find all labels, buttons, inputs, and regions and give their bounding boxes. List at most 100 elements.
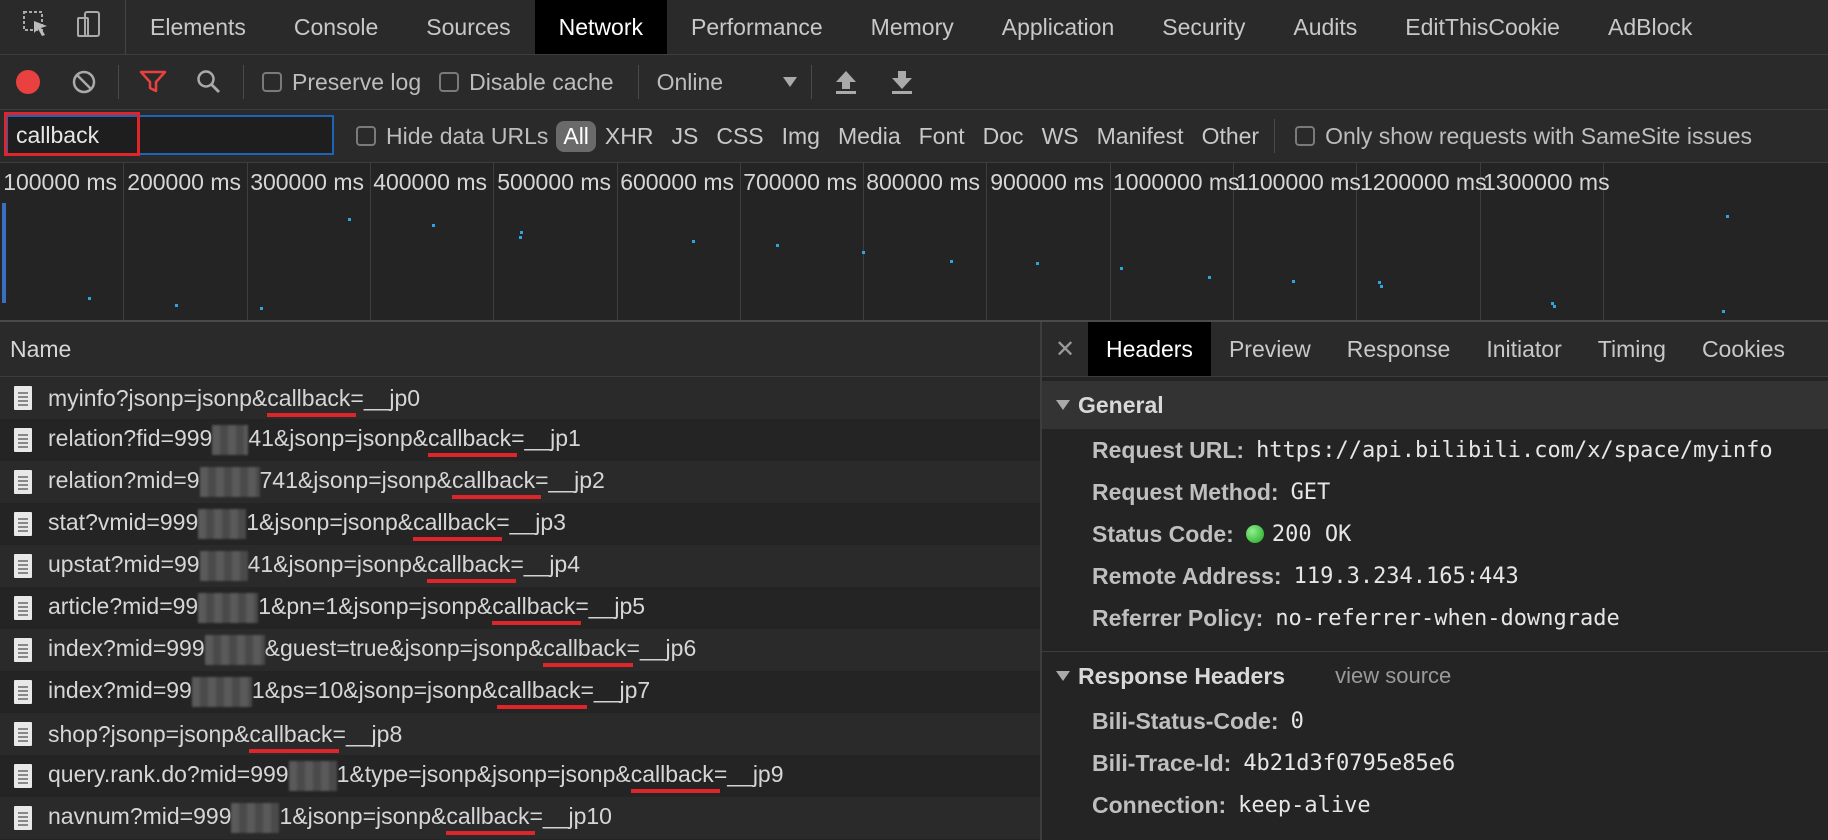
request-name-part: 1&jsonp=jsonp& bbox=[246, 509, 414, 536]
request-timing-dot bbox=[520, 231, 523, 234]
clear-button[interactable] bbox=[56, 55, 112, 109]
timeline-gridline bbox=[370, 163, 371, 320]
filter-type-all[interactable]: All bbox=[556, 120, 596, 152]
tab-security[interactable]: Security bbox=[1138, 0, 1269, 54]
filter-type-font[interactable]: Font bbox=[910, 123, 974, 150]
tab-audits[interactable]: Audits bbox=[1269, 0, 1381, 54]
request-row[interactable]: myinfo?jsonp=jsonp&callback =__jp0 bbox=[0, 377, 1040, 419]
name-column-header[interactable]: Name bbox=[0, 322, 1040, 377]
details-tab-preview[interactable]: Preview bbox=[1211, 322, 1329, 376]
header-row: Bili-Trace-Id: 4b21d3f0795e85e6 bbox=[1042, 742, 1828, 784]
timeline-tick-label: 300000 ms bbox=[250, 169, 364, 195]
redacted-id bbox=[231, 803, 280, 833]
tab-memory[interactable]: Memory bbox=[847, 0, 978, 54]
samesite-label: Only show requests with SameSite issues bbox=[1325, 122, 1753, 149]
request-list: Name myinfo?jsonp=jsonp&callback =__jp0 re… bbox=[0, 322, 1042, 840]
filter-type-ws[interactable]: WS bbox=[1033, 123, 1088, 150]
header-name: Connection: bbox=[1092, 791, 1227, 818]
disable-cache-checkbox[interactable] bbox=[439, 72, 460, 92]
filter-type-other[interactable]: Other bbox=[1193, 123, 1269, 150]
search-icon[interactable] bbox=[181, 55, 237, 109]
request-name-part: 1&pn=1&jsonp=jsonp& bbox=[258, 593, 493, 620]
timeline-gridline bbox=[123, 163, 124, 320]
header-value: no-referrer-when-downgrade bbox=[1275, 605, 1620, 631]
details-tab-cookies[interactable]: Cookies bbox=[1684, 322, 1803, 376]
details-tab-timing[interactable]: Timing bbox=[1580, 322, 1684, 376]
hide-data-urls-label: Hide data URLs bbox=[386, 122, 549, 149]
tab-console[interactable]: Console bbox=[270, 0, 402, 54]
document-icon bbox=[14, 428, 32, 452]
throttling-select[interactable]: Online bbox=[645, 69, 797, 96]
record-button[interactable] bbox=[0, 55, 56, 109]
request-name-part: shop?jsonp=jsonp& bbox=[48, 720, 250, 747]
samesite-checkbox[interactable] bbox=[1295, 126, 1316, 146]
highlight-underline bbox=[249, 748, 339, 753]
filter-type-doc[interactable]: Doc bbox=[974, 123, 1033, 150]
inspect-element-icon[interactable] bbox=[21, 9, 51, 45]
network-overview[interactable]: 100000 ms 200000 ms 300000 ms 400000 ms 5000… bbox=[0, 163, 1828, 322]
general-section-header[interactable]: General bbox=[1042, 381, 1828, 429]
request-timing-dot bbox=[1378, 281, 1381, 284]
callback-keyword: callback bbox=[497, 677, 587, 710]
details-tab-response[interactable]: Response bbox=[1329, 322, 1469, 376]
toolbar-separator bbox=[118, 65, 119, 99]
filter-type-manifest[interactable]: Manifest bbox=[1088, 123, 1193, 150]
redacted-id bbox=[198, 593, 259, 623]
filter-type-img[interactable]: Img bbox=[773, 123, 829, 150]
filter-input[interactable] bbox=[8, 117, 324, 153]
request-timing-dot bbox=[519, 236, 522, 239]
callback-keyword: callback bbox=[446, 803, 536, 836]
request-row[interactable]: index?mid=999 &guest=true&jsonp=jsonp&cal… bbox=[0, 629, 1040, 671]
toolbar-separator bbox=[810, 65, 812, 99]
view-source-link[interactable]: view source bbox=[1335, 663, 1451, 689]
header-name: Request URL: bbox=[1092, 436, 1245, 463]
header-row: Bili-Status-Code: 0 bbox=[1042, 700, 1828, 742]
filter-options: Hide data URLs All XHR JS CSS Img Media Font Do… bbox=[356, 110, 1770, 162]
filter-type-media[interactable]: Media bbox=[829, 123, 910, 150]
tab-editthiscookie[interactable]: EditThisCookie bbox=[1381, 0, 1584, 54]
request-row[interactable]: relation?mid=9 741&jsonp=jsonp&callback =_… bbox=[0, 461, 1040, 503]
details-tab-initiator[interactable]: Initiator bbox=[1468, 322, 1579, 376]
timeline-tick-label: 400000 ms bbox=[373, 169, 487, 195]
import-har-icon[interactable] bbox=[818, 55, 874, 109]
close-icon[interactable]: ✕ bbox=[1042, 335, 1088, 364]
tab-adblock[interactable]: AdBlock bbox=[1584, 0, 1716, 54]
tab-sources[interactable]: Sources bbox=[402, 0, 534, 54]
request-name-part: upstat?mid=99 bbox=[48, 551, 200, 578]
request-name: index?mid=999 &guest=true&jsonp=jsonp&cal… bbox=[48, 635, 696, 668]
tab-performance[interactable]: Performance bbox=[667, 0, 847, 54]
request-row[interactable]: shop?jsonp=jsonp&callback =__jp8 bbox=[0, 713, 1040, 755]
filter-type-js[interactable]: JS bbox=[662, 123, 707, 150]
tab-application[interactable]: Application bbox=[978, 0, 1139, 54]
tab-elements[interactable]: Elements bbox=[126, 0, 270, 54]
tab-network[interactable]: Network bbox=[534, 0, 667, 54]
preserve-log-checkbox[interactable] bbox=[262, 72, 282, 92]
request-timing-dot bbox=[1292, 280, 1295, 283]
request-row[interactable]: stat?vmid=999 1&jsonp=jsonp&callback =__jp… bbox=[0, 503, 1040, 545]
header-name: Bili-Status-Code: bbox=[1092, 707, 1279, 734]
response-headers-title: Response Headers bbox=[1078, 662, 1286, 689]
request-row[interactable]: upstat?mid=99 41&jsonp=jsonp&callback =__j… bbox=[0, 545, 1040, 587]
highlight-underline bbox=[267, 412, 357, 417]
hide-data-urls-checkbox[interactable] bbox=[356, 126, 376, 146]
filter-type-xhr[interactable]: XHR bbox=[596, 123, 663, 150]
response-headers-section-header[interactable]: Response Headers view source bbox=[1042, 652, 1828, 700]
request-row[interactable]: index?mid=99 1&ps=10&jsonp=jsonp&callback… bbox=[0, 671, 1040, 713]
request-row[interactable]: relation?fid=999 41&jsonp=jsonp&callback =… bbox=[0, 419, 1040, 461]
timeline-tick-label: 700000 ms bbox=[743, 169, 857, 195]
request-row[interactable]: query.rank.do?mid=999 1&type=jsonp&jsonp=… bbox=[0, 755, 1040, 797]
header-value: 200 OK bbox=[1271, 521, 1352, 547]
document-icon bbox=[14, 806, 32, 830]
timeline-gridline bbox=[493, 163, 494, 320]
request-row[interactable]: article?mid=99 1&pn=1&jsonp=jsonp&callbac… bbox=[0, 587, 1040, 629]
callback-keyword: callback bbox=[249, 721, 339, 753]
timeline-tick-label: 1000000 ms bbox=[1113, 169, 1240, 195]
filter-icon[interactable] bbox=[125, 55, 181, 109]
document-icon bbox=[14, 512, 32, 536]
device-toolbar-icon[interactable] bbox=[74, 9, 104, 45]
request-name-part: query.rank.do?mid=999 bbox=[48, 761, 289, 788]
details-tab-headers[interactable]: Headers bbox=[1088, 322, 1211, 376]
request-row[interactable]: navnum?mid=999 1&jsonp=jsonp&callback =__j… bbox=[0, 797, 1040, 839]
filter-type-css[interactable]: CSS bbox=[707, 123, 772, 150]
export-har-icon[interactable] bbox=[874, 55, 930, 109]
